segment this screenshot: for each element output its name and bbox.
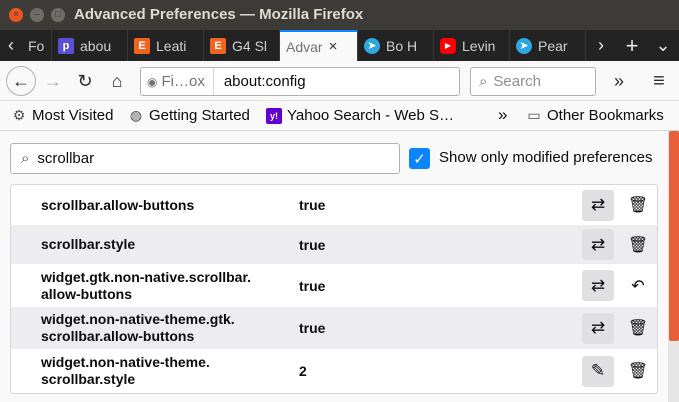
tab-label: G4 Sl <box>232 37 268 54</box>
pref-row: widget.non-native-theme. scrollbar.style… <box>11 349 657 393</box>
tab-item[interactable]: ➤ Bo H <box>358 30 434 61</box>
tab-label: Bo H <box>386 37 418 54</box>
pref-row: scrollbar.allow-buttons true ⇄ 🗑 <box>11 185 657 225</box>
search-icon: ⌕ <box>479 73 488 90</box>
preferences-table: scrollbar.allow-buttons true ⇄ 🗑 scrollb… <box>10 184 658 394</box>
search-icon: ⌕ <box>21 150 30 167</box>
pref-name: widget.non-native-theme.gtk. scrollbar.a… <box>41 311 235 344</box>
tab-item[interactable]: E G4 Sl <box>204 30 280 61</box>
search-placeholder: Search <box>493 73 541 90</box>
window-titlebar: × – □ Advanced Preferences — Mozilla Fir… <box>0 0 679 30</box>
tab-label: abou <box>80 37 112 54</box>
etsy-icon: E <box>134 37 150 54</box>
youtube-icon: ▶ <box>440 37 456 54</box>
reload-button[interactable]: ↻ <box>70 66 100 96</box>
delete-icon[interactable]: 🗑 <box>623 229 653 260</box>
delete-icon[interactable]: 🗑 <box>623 190 653 221</box>
tab-strip: ‹ Fo p abou E Leati E G4 Sl Advar × ➤ Bo… <box>0 30 679 61</box>
window-maximize-button[interactable]: □ <box>51 8 65 22</box>
url-bar[interactable]: ◉ Fi…ox about:config <box>140 67 460 96</box>
pref-value: true <box>299 277 326 294</box>
bookmark-label: Other Bookmarks <box>547 107 664 124</box>
tab-item[interactable]: ➤ Pear <box>510 30 586 61</box>
etsy-icon: E <box>210 37 226 54</box>
bookmark-yahoo-search[interactable]: y! Yahoo Search - Web S… <box>266 107 454 124</box>
identity-label: Fi…ox <box>161 73 205 90</box>
search-value: scrollbar <box>37 150 95 167</box>
scrollbar-thumb[interactable] <box>669 131 679 341</box>
telegram-icon: ➤ <box>364 37 380 54</box>
home-button[interactable]: ⌂ <box>102 66 132 96</box>
tab-close-icon[interactable]: × <box>329 38 338 55</box>
search-input[interactable]: ⌕ Search <box>470 67 596 96</box>
forward-button[interactable]: → <box>38 66 68 96</box>
tab-label: Fo <box>28 37 45 54</box>
window-minimize-button[interactable]: – <box>30 8 44 22</box>
pref-name: widget.gtk.non-native.scrollbar. allow-b… <box>41 268 252 302</box>
window-title: Advanced Preferences — Mozilla Firefox <box>74 6 364 23</box>
yahoo-icon: y! <box>266 107 282 124</box>
tab-label: Advar <box>286 38 323 55</box>
pref-name: scrollbar.style <box>41 236 136 252</box>
about-config-page: ⌕ scrollbar ✓ Show only modified prefere… <box>0 131 668 402</box>
pref-row: scrollbar.style true ⇄ 🗑 <box>11 225 657 264</box>
toggle-button[interactable]: ⇄ <box>582 189 614 221</box>
bookmarks-overflow-button[interactable]: » <box>498 105 507 125</box>
tab-item-active[interactable]: Advar × <box>280 30 358 61</box>
tab-scroll-right-button[interactable]: › <box>586 30 616 61</box>
bookmark-label: Yahoo Search - Web S… <box>287 107 455 124</box>
pref-value: true <box>299 320 326 336</box>
navigation-toolbar: ← → ↻ ⌂ ◉ Fi…ox about:config ⌕ Search » … <box>0 61 679 101</box>
show-modified-checkbox[interactable]: ✓ <box>409 148 430 169</box>
pref-row: widget.gtk.non-native.scrollbar. allow-b… <box>11 264 657 307</box>
globe-icon: ◍ <box>129 107 143 123</box>
bookmark-label: Getting Started <box>149 107 250 124</box>
firefox-identity-icon: ◉ <box>147 74 158 89</box>
telegram-icon: ➤ <box>516 37 532 54</box>
open-menu-button[interactable]: ≡ <box>644 66 674 96</box>
tab-item[interactable]: p abou <box>52 30 128 61</box>
tab-label: Levin <box>462 37 496 54</box>
toggle-button[interactable]: ⇄ <box>582 312 614 344</box>
bookmark-label: Most Visited <box>32 107 114 124</box>
gear-icon: ⚙ <box>12 107 26 123</box>
show-modified-label[interactable]: Show only modified preferences <box>439 149 652 166</box>
pref-row: widget.non-native-theme.gtk. scrollbar.a… <box>11 307 657 349</box>
identity-box[interactable]: ◉ Fi…ox <box>141 68 214 95</box>
tab-label: Pear <box>538 37 568 54</box>
tab-item[interactable]: Fo <box>22 30 52 61</box>
delete-icon[interactable]: 🗑 <box>623 356 653 387</box>
bookmark-getting-started[interactable]: ◍ Getting Started <box>128 107 250 124</box>
bookmarks-toolbar: ⚙ Most Visited ◍ Getting Started y! Yaho… <box>0 101 679 131</box>
pref-name: scrollbar.allow-buttons <box>41 196 195 213</box>
tab-scroll-left-button[interactable]: ‹ <box>0 30 22 61</box>
new-tab-button[interactable]: + <box>617 30 647 61</box>
tab-item[interactable]: E Leati <box>128 30 204 61</box>
tab-item[interactable]: ▶ Levin <box>434 30 510 61</box>
tab-label: Leati <box>156 37 187 54</box>
reset-icon[interactable]: ↶ <box>623 270 653 301</box>
pref-value: true <box>299 236 326 253</box>
pref-name: widget.non-native-theme. scrollbar.style <box>41 354 210 387</box>
pref-value: 2 <box>299 363 307 379</box>
other-bookmarks-folder[interactable]: ▭ Other Bookmarks <box>526 107 664 124</box>
toggle-button[interactable]: ⇄ <box>582 229 614 260</box>
purple-p-icon: p <box>58 37 74 54</box>
window-close-button[interactable]: × <box>9 8 23 22</box>
back-button[interactable]: ← <box>6 66 36 96</box>
bookmark-most-visited[interactable]: ⚙ Most Visited <box>11 107 114 124</box>
pref-value: true <box>299 197 326 213</box>
toggle-button[interactable]: ⇄ <box>582 270 614 301</box>
delete-icon[interactable]: 🗑 <box>623 313 653 344</box>
toolbar-overflow-button[interactable]: » <box>604 66 634 96</box>
preference-search-input[interactable]: ⌕ scrollbar <box>10 143 400 174</box>
edit-button[interactable]: ✎ <box>582 355 614 387</box>
folder-icon: ▭ <box>527 107 541 123</box>
list-all-tabs-button[interactable]: ⌄ <box>648 30 678 61</box>
url-text[interactable]: about:config <box>214 73 306 90</box>
